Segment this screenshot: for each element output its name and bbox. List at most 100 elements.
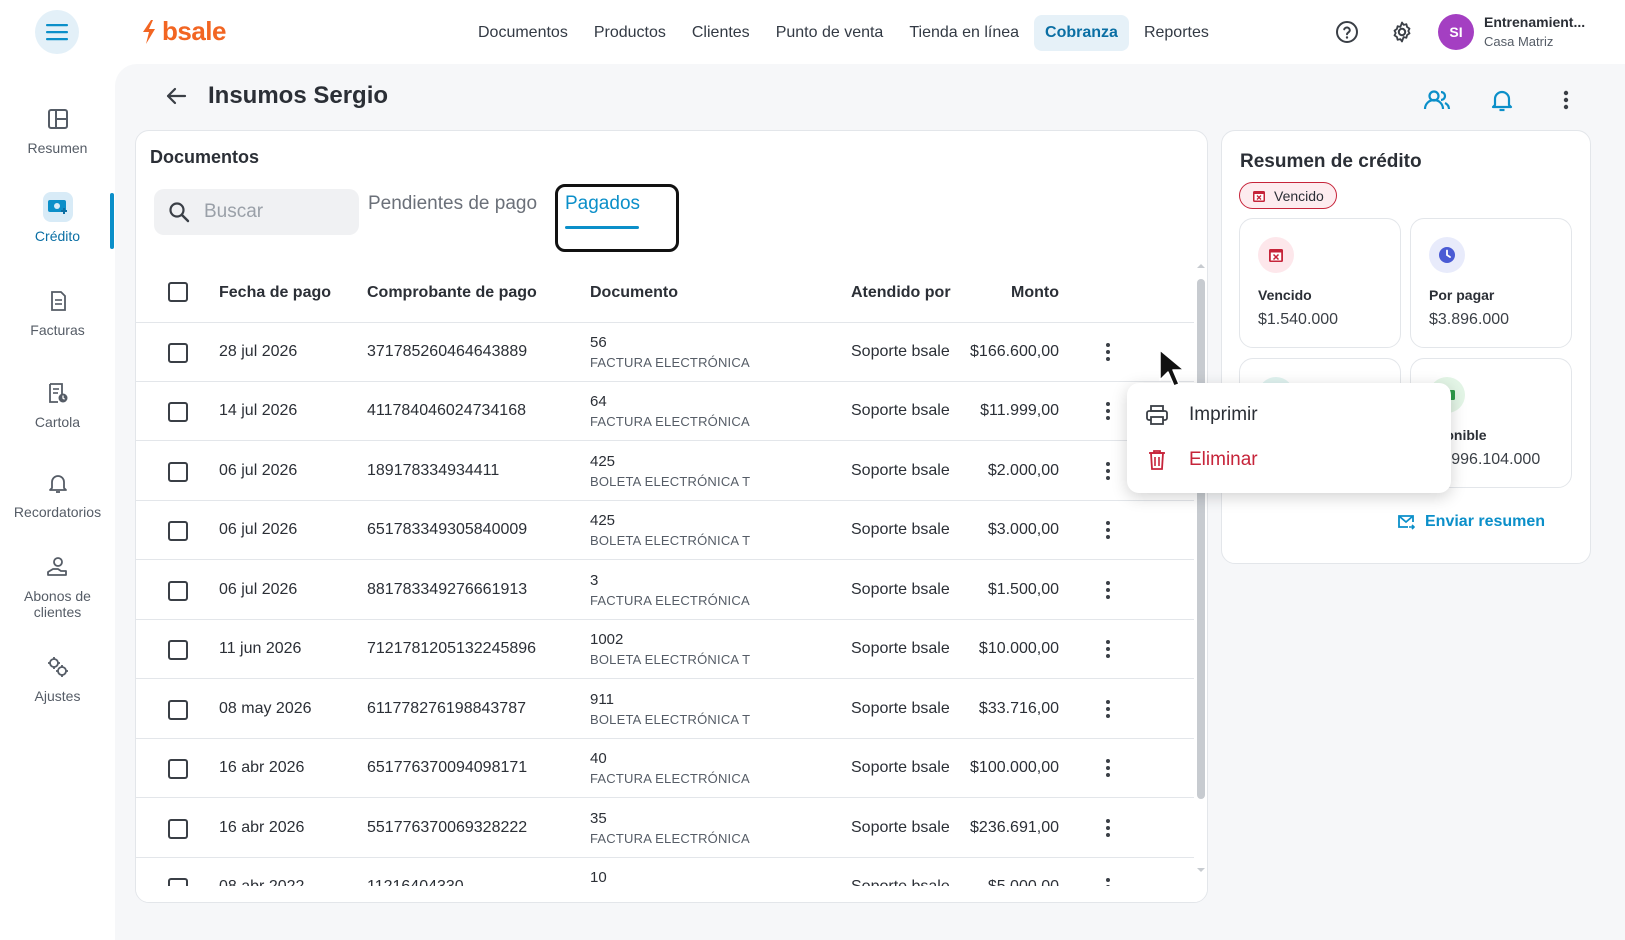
row-actions-button[interactable] <box>1096 337 1120 367</box>
column-monto[interactable]: Monto <box>1011 284 1059 302</box>
nav-documentos[interactable]: Documentos <box>467 15 579 51</box>
column-atendido-por[interactable]: Atendido por <box>851 284 951 302</box>
row-amount: $10.000,00 <box>978 640 1059 657</box>
sidebar-label-resumen: Resumen <box>27 140 88 156</box>
mail-send-icon <box>1398 515 1415 530</box>
row-actions-button[interactable] <box>1096 456 1120 486</box>
row-amount: $100.000,00 <box>970 759 1059 776</box>
scroll-down-icon[interactable] <box>1194 865 1208 875</box>
row-actions-button[interactable] <box>1096 753 1120 783</box>
row-date: 06 jul 2026 <box>219 521 298 538</box>
row-doc-number[interactable]: 3 <box>590 572 598 589</box>
more-options-button[interactable] <box>1550 84 1582 116</box>
bsale-logo[interactable]: bsale <box>140 16 227 47</box>
row-doc-type: BOLETA ELECTRÓNICA T <box>590 712 751 727</box>
table-row[interactable]: 16 abr 2026 651776370094098171 40 FACTUR… <box>136 739 1194 799</box>
row-doc-type: FACTURA ELECTRÓNICA <box>590 355 750 370</box>
table-row[interactable]: 06 jul 2026 651783349305840009 425 BOLET… <box>136 501 1194 561</box>
nav-clientes[interactable]: Clientes <box>681 15 761 51</box>
send-summary-link[interactable]: Enviar resumen <box>1397 513 1545 531</box>
scroll-thumb[interactable] <box>1197 279 1205 799</box>
stat-value: $1.540.000 <box>1258 311 1339 328</box>
nav-punto-de-venta[interactable]: Punto de venta <box>765 15 895 51</box>
table-row[interactable]: 06 jul 2026 189178334934411 425 BOLETA E… <box>136 442 1194 502</box>
row-actions-button[interactable] <box>1096 634 1120 664</box>
settings-button[interactable] <box>1386 16 1418 48</box>
page-title: Insumos Sergio <box>208 82 389 109</box>
row-receipt: 551776370069328222 <box>367 819 528 836</box>
top-bar: bsale Documentos Productos Clientes Punt… <box>0 0 1625 64</box>
row-checkbox[interactable] <box>168 402 188 422</box>
user-avatar[interactable]: SI <box>1438 14 1474 50</box>
table-row[interactable]: 06 jul 2026 881783349276661913 3 FACTURA… <box>136 561 1194 621</box>
sidebar-item-cartola[interactable]: Cartola <box>0 378 115 430</box>
row-actions-button[interactable] <box>1096 694 1120 724</box>
row-doc-number[interactable]: 425 <box>590 453 615 470</box>
search-input[interactable] <box>204 201 344 223</box>
table-row[interactable]: 08 may 2026 611778276198843787 911 BOLET… <box>136 680 1194 740</box>
nav-tienda-en-linea[interactable]: Tienda en línea <box>898 15 1030 51</box>
tab-pendientes-de-pago[interactable]: Pendientes de pago <box>368 193 537 215</box>
row-checkbox[interactable] <box>168 581 188 601</box>
sidebar-item-credito[interactable]: Crédito <box>0 192 115 244</box>
row-doc-number[interactable]: 1002 <box>590 631 623 648</box>
row-checkbox[interactable] <box>168 521 188 541</box>
hamburger-menu-button[interactable] <box>35 10 79 54</box>
column-comprobante[interactable]: Comprobante de pago <box>367 284 537 302</box>
scroll-up-icon[interactable] <box>1194 261 1208 271</box>
sidebar-item-ajustes[interactable]: Ajustes <box>0 652 115 704</box>
notifications-button[interactable] <box>1486 84 1518 116</box>
back-button[interactable] <box>162 82 190 110</box>
row-checkbox[interactable] <box>168 700 188 720</box>
settings-icon <box>47 657 68 677</box>
search-box[interactable] <box>154 189 359 235</box>
select-all-checkbox[interactable] <box>168 282 188 302</box>
nav-reportes[interactable]: Reportes <box>1133 15 1220 51</box>
table-row[interactable]: 28 jul 2026 371785260464643889 56 FACTUR… <box>136 323 1194 383</box>
row-doc-number[interactable]: 64 <box>590 393 607 410</box>
contacts-button[interactable] <box>1421 84 1453 116</box>
bell-icon <box>1491 90 1513 112</box>
menu-item-eliminar[interactable]: Eliminar <box>1145 442 1258 478</box>
row-doc-number[interactable]: 10 <box>590 869 607 886</box>
row-amount: $2.000,00 <box>987 462 1059 479</box>
column-fecha-de-pago[interactable]: Fecha de pago <box>219 284 331 302</box>
user-branch: Casa Matriz <box>1484 34 1554 49</box>
row-actions-button[interactable] <box>1096 813 1120 843</box>
sidebar-item-abonos[interactable]: Abonos de clientes <box>0 552 115 620</box>
row-doc-number[interactable]: 35 <box>590 810 607 827</box>
row-actions-button[interactable] <box>1096 515 1120 545</box>
dashboard-icon <box>47 109 68 129</box>
sidebar-item-resumen[interactable]: Resumen <box>0 104 115 156</box>
row-checkbox[interactable] <box>168 462 188 482</box>
row-checkbox[interactable] <box>168 819 188 839</box>
user-name[interactable]: Entrenamient... <box>1484 14 1604 30</box>
nav-productos[interactable]: Productos <box>583 15 677 51</box>
row-doc-number[interactable]: 40 <box>590 750 607 767</box>
kebab-menu-icon <box>1106 640 1110 658</box>
menu-item-imprimir[interactable]: Imprimir <box>1145 397 1258 433</box>
stat-por-pagar: Por pagar $3.896.000 <box>1410 218 1572 348</box>
users-icon <box>1423 90 1451 110</box>
column-documento[interactable]: Documento <box>590 284 678 302</box>
row-actions-button[interactable] <box>1096 396 1120 426</box>
row-doc-number[interactable]: 911 <box>590 691 614 708</box>
table-row[interactable]: 14 jul 2026 411784046024734168 64 FACTUR… <box>136 382 1194 442</box>
table-row[interactable]: 11 jun 2026 7121781205132245896 1002 BOL… <box>136 620 1194 680</box>
hamburger-icon <box>46 24 68 41</box>
row-doc-number[interactable]: 425 <box>590 512 615 529</box>
row-receipt: 189178334934411 <box>367 462 500 479</box>
row-attended-by: Soporte bsale <box>851 581 950 598</box>
row-checkbox[interactable] <box>168 640 188 660</box>
row-checkbox[interactable] <box>168 759 188 779</box>
row-doc-number[interactable]: 56 <box>590 334 607 351</box>
table-scrollbar[interactable] <box>1194 261 1208 881</box>
sidebar-item-facturas[interactable]: Facturas <box>0 286 115 338</box>
help-button[interactable] <box>1331 16 1363 48</box>
row-action-menu: Imprimir Eliminar <box>1127 383 1451 493</box>
row-actions-button[interactable] <box>1096 575 1120 605</box>
nav-cobranza[interactable]: Cobranza <box>1034 15 1129 51</box>
row-checkbox[interactable] <box>168 343 188 363</box>
table-row[interactable]: 16 abr 2026 551776370069328222 35 FACTUR… <box>136 799 1194 859</box>
sidebar-item-recordatorios[interactable]: Recordatorios <box>0 468 115 520</box>
